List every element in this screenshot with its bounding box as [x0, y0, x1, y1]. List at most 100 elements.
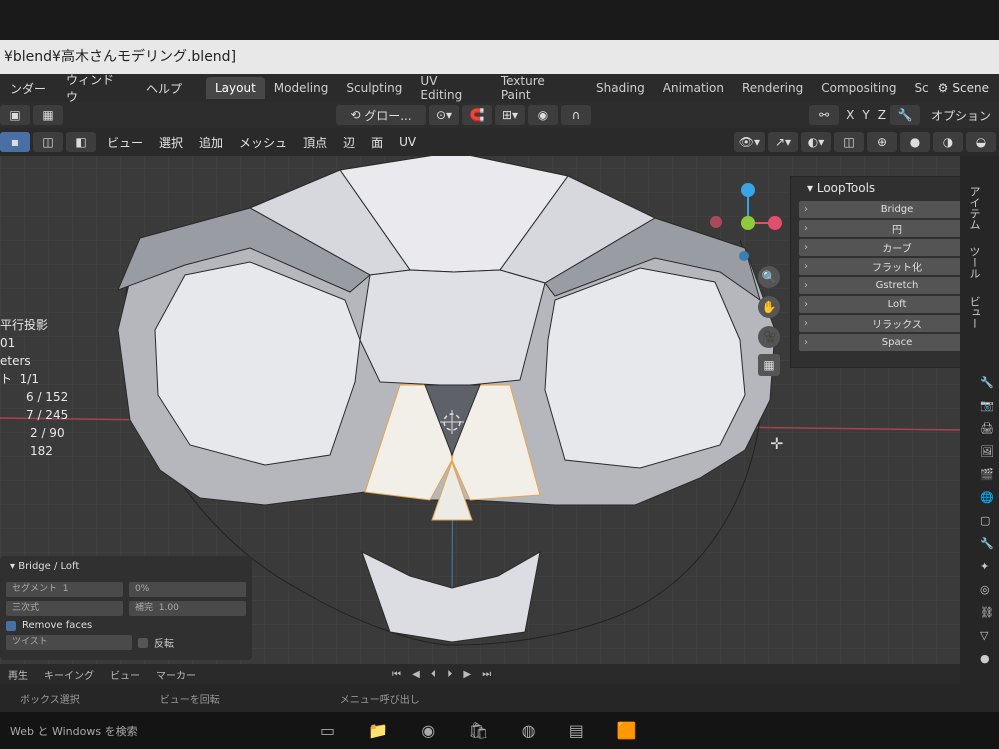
status-bar: ボックス選択 ビューを回転 メニュー呼び出し	[0, 684, 999, 712]
gizmo-toggle-icon[interactable]: ↗▾	[768, 132, 798, 152]
remove-faces-checkbox[interactable]	[6, 620, 16, 631]
menu-vertex[interactable]: 頂点	[295, 134, 335, 151]
menu-view[interactable]: ビュー	[99, 134, 151, 151]
taskbar-search[interactable]: Web と Windows を検索	[0, 723, 290, 739]
options-menu[interactable]: オプション	[923, 107, 999, 124]
menu-face[interactable]: 面	[363, 134, 391, 151]
wrench-icon[interactable]: 🔧	[889, 105, 920, 125]
overlay-icon[interactable]: ◐▾	[801, 132, 831, 152]
timeline-menu-view[interactable]: ビュー	[102, 667, 148, 682]
looptools-relax[interactable]: › リラックス	[799, 315, 981, 332]
timeline-menu-marker[interactable]: マーカー	[148, 667, 204, 682]
chevron-right-icon: ›	[804, 242, 808, 253]
pan-hand-icon[interactable]: ✋	[758, 296, 780, 318]
looptools-flatten[interactable]: › フラット化	[799, 258, 981, 275]
physics-icon[interactable]: ◎	[980, 583, 996, 596]
tab-rendering[interactable]: Rendering	[733, 77, 812, 99]
tab-uv-editing[interactable]: UV Editing	[411, 70, 491, 106]
particles-icon[interactable]: ✦	[980, 560, 996, 573]
zoom-icon[interactable]: 🔍	[758, 266, 780, 288]
edge-select-icon[interactable]: ◫	[33, 132, 63, 152]
scene-properties-icon[interactable]: 🎬	[980, 468, 996, 481]
tab-scripting[interactable]: Sc	[905, 77, 937, 99]
tab-shading[interactable]: Shading	[587, 77, 654, 99]
chevron-right-icon: ›	[804, 204, 808, 215]
tab-layout[interactable]: Layout	[205, 77, 265, 99]
visibility-icon[interactable]: 👁▾	[733, 132, 765, 152]
render-properties-icon[interactable]: 📷	[980, 399, 996, 412]
select-mode-icon[interactable]: ▣	[0, 105, 30, 125]
tab-texture-paint[interactable]: Texture Paint	[492, 70, 587, 106]
material-icon[interactable]: ●	[980, 652, 996, 665]
axis-z-toggle[interactable]: Z	[874, 108, 890, 122]
menu-select[interactable]: 選択	[151, 134, 191, 151]
looptools-gstretch[interactable]: › Gstretch	[799, 277, 981, 294]
menu-mesh[interactable]: メッシュ	[231, 134, 295, 151]
solid-shading-icon[interactable]: ●	[900, 132, 930, 152]
transform-orientation-dropdown[interactable]: ⟲ グロー...	[336, 105, 426, 125]
timeline-menu-keying[interactable]: キーイング	[36, 667, 102, 682]
select-box-icon[interactable]: ▦	[33, 105, 63, 125]
objects-stat: ト 1/1	[0, 370, 68, 388]
xray-icon[interactable]: ◫	[834, 132, 864, 152]
looptools-space[interactable]: › Space	[799, 334, 981, 351]
output-properties-icon[interactable]: 🖨	[980, 422, 996, 435]
tab-tool[interactable]: ツール	[964, 246, 982, 279]
tab-animation[interactable]: Animation	[654, 77, 733, 99]
snap-icon[interactable]: 🧲	[462, 105, 492, 125]
ortho-grid-icon[interactable]: ▦	[758, 354, 780, 376]
timeline-menu-playback[interactable]: 再生	[0, 667, 36, 682]
vertex-select-icon[interactable]: ▪	[0, 132, 30, 152]
tab-view[interactable]: ビュー	[964, 296, 982, 329]
segments-field[interactable]: セグメント 1	[6, 582, 123, 597]
falloff-icon[interactable]: ∩	[561, 105, 591, 125]
wireframe-shading-icon[interactable]: ⊕	[867, 132, 897, 152]
data-properties-icon[interactable]: ▽	[980, 629, 996, 642]
chevron-right-icon: ›	[804, 299, 808, 310]
axis-y-toggle[interactable]: Y	[858, 108, 873, 122]
proportional-edit-icon[interactable]: ◉	[528, 105, 558, 125]
window-title: ¥blend¥高木さんモデリング.blend]	[0, 40, 999, 74]
looptools-header[interactable]: ▾ LoopTools	[791, 177, 987, 199]
redo-panel-header[interactable]: ▾ Bridge / Loft	[0, 556, 252, 578]
looptools-circle[interactable]: › 円	[799, 220, 981, 237]
scene-selector[interactable]: ⚙ Scene	[938, 81, 999, 95]
menu-edge[interactable]: 辺	[335, 134, 363, 151]
modifier-icon[interactable]: 🔧	[980, 537, 996, 550]
pivot-icon[interactable]: ⊙▾	[429, 105, 459, 125]
mirror-icon[interactable]: ⚯	[809, 105, 840, 125]
world-properties-icon[interactable]: 🌐	[980, 491, 996, 504]
face-select-icon[interactable]: ◧	[66, 132, 96, 152]
taskbar-app-icons[interactable]: ▭ 📁 ◉ 🛍 ◍ ▤ 🟧	[320, 721, 651, 740]
looptools-curve[interactable]: › カーブ	[799, 239, 981, 256]
scene-icon: ⚙	[937, 81, 949, 95]
axis-x-toggle[interactable]: X	[842, 108, 858, 122]
twist-field[interactable]: ツイスト	[6, 635, 132, 650]
menu-add[interactable]: 追加	[191, 134, 231, 151]
menu-window[interactable]: ウィンドウ	[56, 71, 136, 105]
tab-compositing[interactable]: Compositing	[812, 77, 905, 99]
smoothness-field[interactable]: 補完 1.00	[129, 601, 246, 616]
interpolation-field[interactable]: 三次式	[6, 601, 123, 616]
menu-help[interactable]: ヘルプ	[136, 80, 192, 97]
material-shading-icon[interactable]: ◑	[933, 132, 963, 152]
reverse-checkbox[interactable]	[138, 637, 148, 648]
constraints-icon[interactable]: ⛓	[980, 606, 996, 619]
rendered-shading-icon[interactable]: ◒	[966, 132, 996, 152]
playback-controls[interactable]: ⏮ ◀ ⏴ ⏵ ▶ ⏭	[384, 669, 503, 680]
object-properties-icon[interactable]: ▢	[980, 514, 996, 527]
camera-view-icon[interactable]: 🎥	[758, 326, 780, 348]
view-layer-icon[interactable]: 🖼	[980, 445, 996, 458]
tab-sculpting[interactable]: Sculpting	[337, 77, 411, 99]
looptools-bridge[interactable]: › Bridge	[799, 201, 981, 218]
tab-item[interactable]: アイテム	[964, 186, 982, 230]
looptools-panel: ▾ LoopTools › Bridge › 円 › カーブ › フラット化 › Gstr…	[790, 176, 988, 368]
tool-properties-icon[interactable]: 🔧	[980, 376, 996, 389]
menu-uv[interactable]: UV	[391, 135, 424, 149]
strength-field[interactable]: 0%	[129, 582, 246, 597]
looptools-loft[interactable]: › Loft	[799, 296, 981, 313]
tab-modeling[interactable]: Modeling	[265, 77, 338, 99]
objects-label: ト	[0, 372, 13, 386]
snap-target-icon[interactable]: ⊞▾	[495, 105, 525, 125]
menu-render[interactable]: ンダー	[0, 80, 56, 97]
